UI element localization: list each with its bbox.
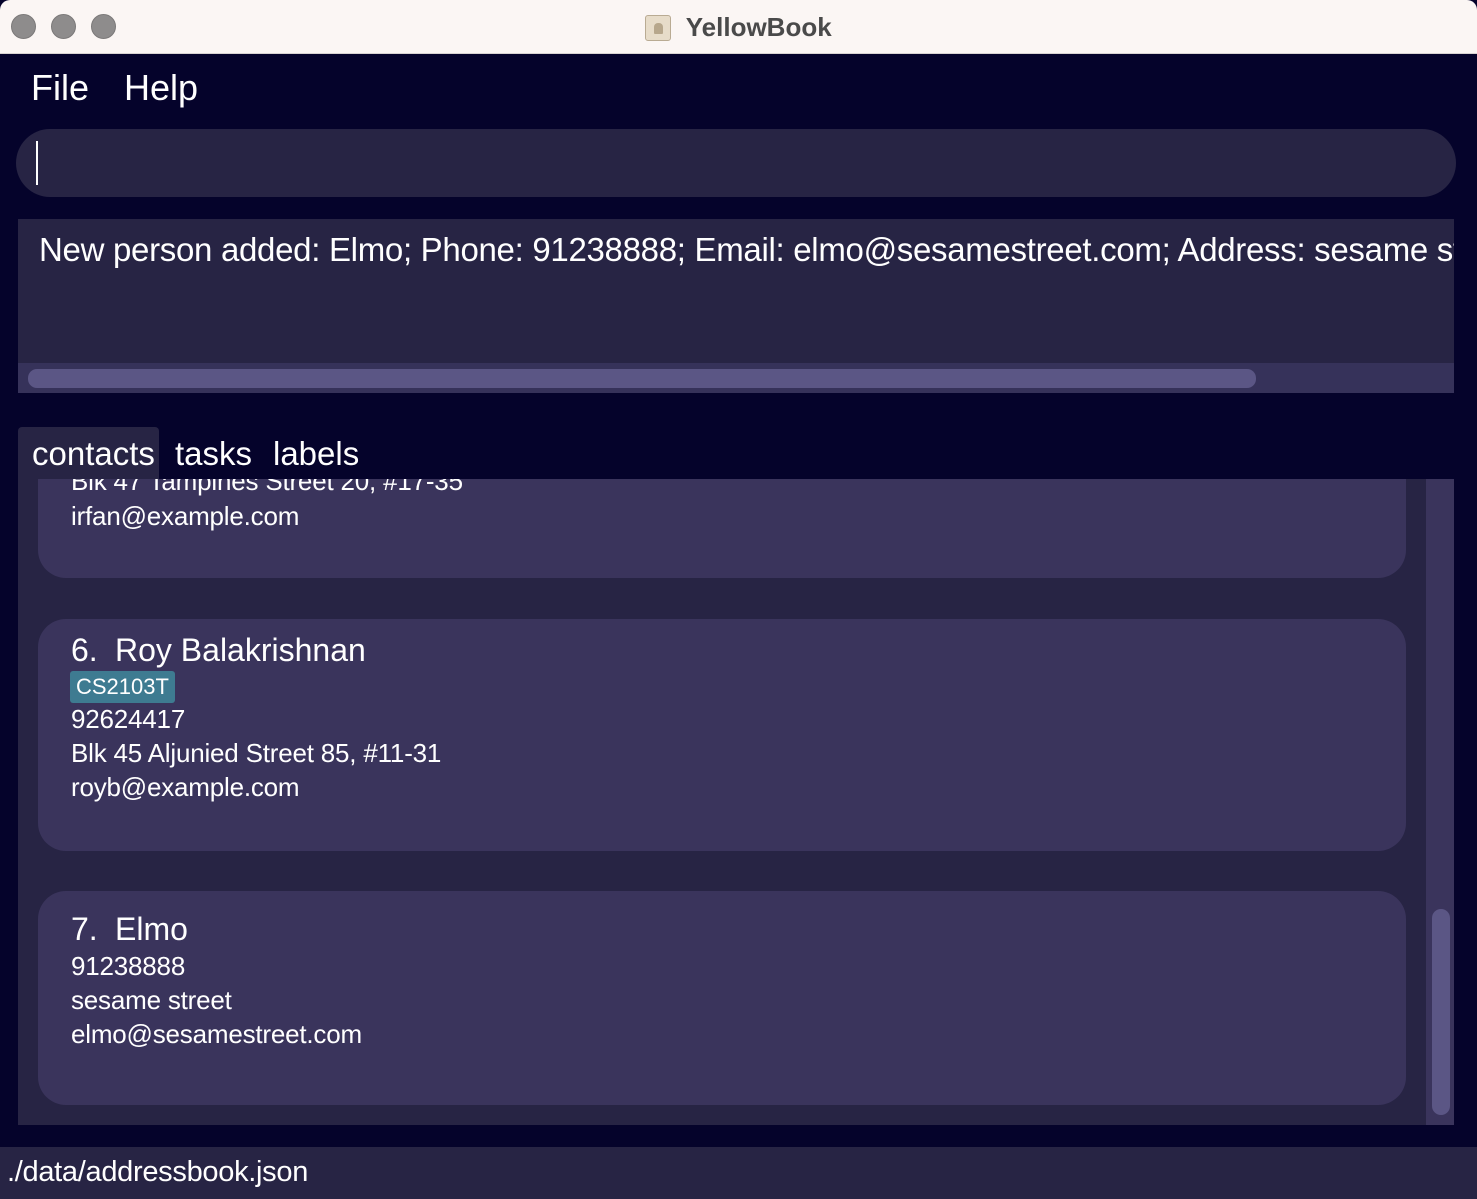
contact-card[interactable]: 6. Roy Balakrishnan CS2103T 92624417 Blk … (38, 619, 1406, 851)
result-message: New person added: Elmo; Phone: 91238888;… (39, 231, 1454, 268)
contact-phone: 92624417 (71, 704, 186, 734)
command-box[interactable] (16, 129, 1456, 197)
contact-email: irfan@example.com (71, 501, 300, 531)
contact-phone: 91238888 (71, 951, 186, 981)
contact-list-scrollbar-thumb[interactable] (1432, 909, 1450, 1115)
command-input[interactable] (38, 139, 1428, 187)
menu-file[interactable]: File (31, 67, 89, 109)
contact-address: sesame street (71, 985, 232, 1015)
window-title-group: YellowBook (0, 12, 1477, 43)
title-bar: YellowBook (0, 0, 1477, 54)
contact-name-row: 7. Elmo (71, 911, 188, 948)
contact-email: royb@example.com (71, 772, 300, 802)
result-display: New person added: Elmo; Phone: 91238888;… (18, 219, 1454, 363)
window-title: YellowBook (685, 12, 832, 42)
contact-list-scrollbar[interactable] (1426, 479, 1454, 1125)
app-icon (645, 14, 672, 41)
menu-bar: File Help (0, 55, 1477, 123)
app-window: YellowBook File Help New person added: E… (0, 0, 1477, 1199)
result-horizontal-scrollbar[interactable] (18, 363, 1454, 393)
contact-name-row: 6. Roy Balakrishnan (71, 632, 366, 669)
menu-help[interactable]: Help (124, 67, 198, 109)
contact-list[interactable]: Blk 47 Tampines Street 20, #17-35 irfan@… (18, 479, 1454, 1125)
contact-address: Blk 47 Tampines Street 20, #17-35 (71, 479, 463, 496)
text-caret (36, 141, 38, 185)
contact-card[interactable]: 7. Elmo 91238888 sesame street elmo@sesam… (38, 891, 1406, 1105)
tab-labels[interactable]: labels (259, 427, 373, 479)
contact-name: Elmo (115, 911, 188, 947)
status-bar: ./data/addressbook.json (0, 1147, 1477, 1199)
contact-email: elmo@sesamestreet.com (71, 1019, 362, 1049)
save-location-path: ./data/addressbook.json (7, 1156, 309, 1188)
contact-tag: CS2103T (70, 671, 175, 703)
contact-index: 7. (71, 911, 98, 947)
tab-contacts[interactable]: contacts (18, 427, 159, 479)
contact-index: 6. (71, 632, 98, 668)
contact-name: Roy Balakrishnan (115, 632, 366, 668)
contact-card[interactable]: Blk 47 Tampines Street 20, #17-35 irfan@… (38, 479, 1406, 578)
result-scrollbar-thumb[interactable] (28, 369, 1256, 388)
contact-address: Blk 45 Aljunied Street 85, #11-31 (71, 738, 442, 768)
tab-tasks[interactable]: tasks (161, 427, 266, 479)
